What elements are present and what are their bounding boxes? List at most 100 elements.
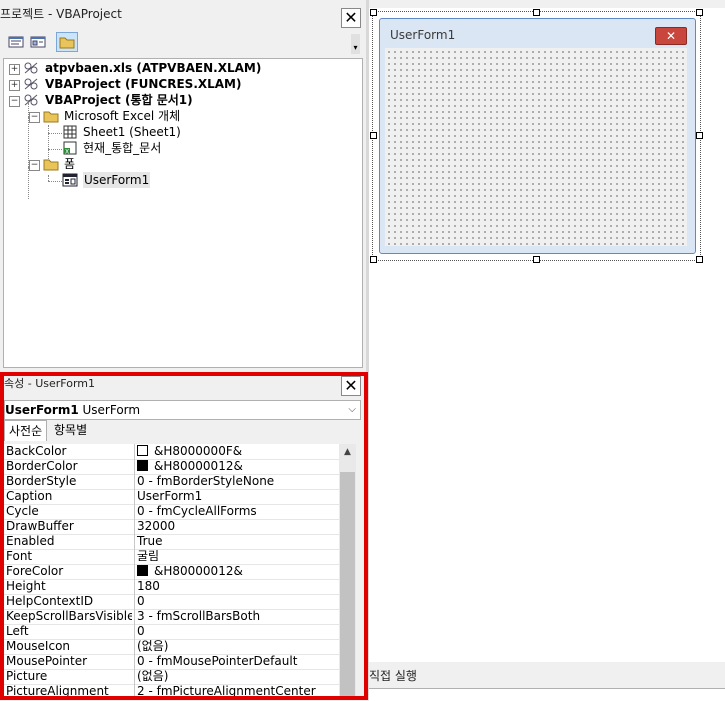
immediate-input[interactable] — [369, 688, 725, 701]
property-row[interactable]: Picture (없음) — [4, 669, 339, 685]
tree-expander[interactable]: + — [9, 64, 20, 75]
view-object-button[interactable] — [28, 33, 48, 51]
view-code-icon — [8, 36, 24, 48]
property-value-text: &H80000012& — [154, 564, 243, 578]
property-name: PictureAlignment — [6, 684, 109, 696]
property-name: MousePointer — [6, 654, 88, 668]
property-row[interactable]: BorderColor &H80000012& — [4, 459, 339, 475]
object-name: UserForm1 — [5, 403, 79, 417]
property-row[interactable]: MousePointer 0 - fmMousePointerDefault — [4, 654, 339, 670]
property-value[interactable]: 0 — [137, 624, 145, 639]
property-row[interactable]: MouseIcon (없음) — [4, 639, 339, 655]
property-value[interactable]: (없음) — [137, 639, 168, 654]
folder-icon — [43, 111, 59, 123]
tree-item-excel-objects[interactable]: Microsoft Excel 개체 — [64, 108, 180, 124]
property-value-text: 0 - fmMousePointerDefault — [137, 654, 298, 668]
tree-expander[interactable]: − — [9, 96, 20, 107]
tree-item-funcres[interactable]: VBAProject (FUNCRES.XLAM) — [45, 76, 241, 92]
property-value[interactable]: &H80000012& — [137, 564, 243, 579]
scrollbar-thumb[interactable] — [340, 472, 355, 696]
tree-item-sheet1[interactable]: Sheet1 (Sheet1) — [83, 124, 181, 140]
property-value[interactable]: 3 - fmScrollBarsBoth — [137, 609, 260, 624]
property-row[interactable]: BorderStyle 0 - fmBorderStyleNone — [4, 474, 339, 490]
property-row[interactable]: HelpContextID 0 — [4, 594, 339, 610]
property-name: Height — [6, 579, 46, 593]
project-explorer: 프로젝트 - VBAProject ✕ ▾ + atpvbaen.xls (AT… — [0, 0, 365, 370]
property-row[interactable]: Cycle 0 - fmCycleAllForms — [4, 504, 339, 520]
property-value-text: True — [137, 534, 163, 548]
userform-close-button[interactable]: ✕ — [655, 27, 687, 45]
tree-item-thisworkbook[interactable]: 현재_통합_문서 — [83, 140, 161, 156]
tree-item-workbook1-project[interactable]: VBAProject (통합 문서1) — [45, 92, 193, 108]
property-row[interactable]: Left 0 — [4, 624, 339, 640]
property-value[interactable]: UserForm1 — [137, 489, 202, 504]
property-value[interactable]: 0 - fmMousePointerDefault — [137, 654, 297, 669]
property-name: BackColor — [6, 444, 67, 458]
property-value-text: 180 — [137, 579, 160, 593]
properties-close-button[interactable]: ✕ — [341, 376, 361, 396]
property-value[interactable]: True — [137, 534, 163, 549]
toggle-folders-button[interactable] — [56, 32, 78, 52]
property-value-text: 굴림 — [137, 549, 160, 563]
tab-categorized[interactable]: 항목별 — [50, 420, 91, 440]
property-name: KeepScrollBarsVisible — [6, 609, 132, 623]
property-value[interactable]: (없음) — [137, 669, 168, 684]
project-close-button[interactable]: ✕ — [341, 8, 361, 28]
property-row[interactable]: Enabled True — [4, 534, 339, 550]
tree-expander[interactable]: − — [29, 160, 40, 171]
property-value[interactable]: 2 - fmPictureAlignmentCenter — [137, 684, 316, 696]
tree-expander[interactable]: + — [9, 80, 20, 91]
property-row[interactable]: DrawBuffer 32000 — [4, 519, 339, 535]
property-name: DrawBuffer — [6, 519, 74, 533]
color-swatch-icon — [137, 460, 148, 471]
property-value-text: 0 - fmCycleAllForms — [137, 504, 257, 518]
sheet-icon — [63, 125, 77, 139]
property-value[interactable]: 180 — [137, 579, 160, 594]
property-row[interactable]: ForeColor &H80000012& — [4, 564, 339, 580]
userform-preview[interactable]: UserForm1 ✕ — [379, 18, 696, 254]
toolbar-overflow[interactable]: ▾ — [351, 34, 360, 54]
tree-expander[interactable]: − — [29, 112, 40, 123]
scroll-up-icon[interactable]: ▲ — [339, 444, 356, 460]
property-value-text: 3 - fmScrollBarsBoth — [137, 609, 261, 623]
userform-grid-area[interactable] — [385, 48, 687, 246]
folder-icon — [59, 37, 75, 49]
property-row[interactable]: BackColor &H8000000F& — [4, 444, 339, 460]
property-row[interactable]: Caption UserForm1 — [4, 489, 339, 505]
property-value[interactable]: &H80000012& — [137, 459, 243, 474]
property-value-text: 0 - fmBorderStyleNone — [137, 474, 275, 488]
folder-icon — [43, 159, 59, 171]
color-swatch-icon — [137, 445, 148, 456]
property-value[interactable]: 굴림 — [137, 549, 159, 564]
property-row[interactable]: PictureAlignment 2 - fmPictureAlignmentCe… — [4, 684, 339, 696]
property-value[interactable]: 0 - fmBorderStyleNone — [137, 474, 274, 489]
object-selector[interactable]: UserForm1 UserForm ⌵ — [4, 400, 361, 420]
view-code-button[interactable] — [6, 33, 26, 51]
tab-alphabetic[interactable]: 사전순 — [4, 420, 48, 441]
property-value-text: 32000 — [137, 519, 176, 533]
tree-item-userform1[interactable]: UserForm1 — [83, 172, 151, 188]
vba-project-icon — [24, 78, 38, 90]
property-value[interactable]: 0 - fmCycleAllForms — [137, 504, 257, 519]
project-explorer-title: 프로젝트 - VBAProject — [0, 7, 122, 21]
property-row[interactable]: Font 굴림 — [4, 549, 339, 565]
property-value-text: UserForm1 — [137, 489, 203, 503]
project-explorer-titlebar: 프로젝트 - VBAProject ✕ — [0, 0, 365, 28]
properties-scrollbar[interactable]: ▲ — [339, 444, 356, 696]
color-swatch-icon — [137, 565, 148, 576]
tree-item-forms-folder[interactable]: 폼 — [64, 156, 75, 172]
property-value[interactable]: &H8000000F& — [137, 444, 242, 459]
tree-item-atpvbaen[interactable]: atpvbaen.xls (ATPVBAEN.XLAM) — [45, 60, 261, 76]
property-row[interactable]: KeepScrollBarsVisible 3 - fmScrollBarsBot… — [4, 609, 339, 625]
chevron-down-icon[interactable]: ⌵ — [348, 401, 356, 419]
immediate-window: 직접 실행 — [369, 662, 725, 701]
vba-project-icon — [24, 62, 38, 74]
property-value[interactable]: 32000 — [137, 519, 175, 534]
property-value-text: &H8000000F& — [154, 444, 243, 458]
property-name: BorderStyle — [6, 474, 77, 488]
property-value[interactable]: 0 — [137, 594, 145, 609]
property-name: BorderColor — [6, 459, 78, 473]
property-value-text: &H80000012& — [154, 459, 243, 473]
userform-caption: UserForm1 — [390, 28, 456, 42]
property-row[interactable]: Height 180 — [4, 579, 339, 595]
